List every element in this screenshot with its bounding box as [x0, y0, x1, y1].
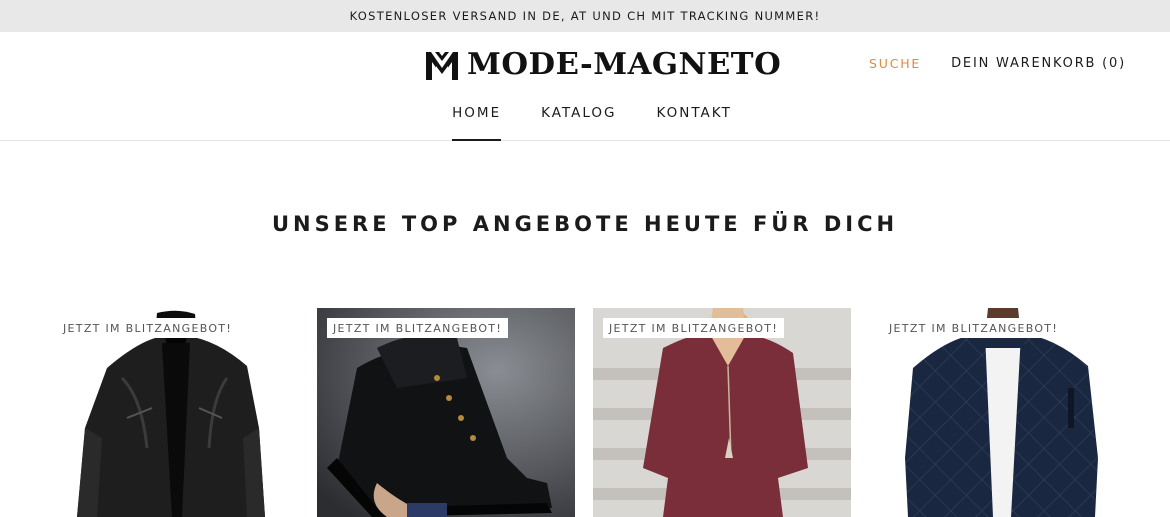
logo[interactable]: MODE-MAGNETO — [425, 48, 781, 82]
cart-link[interactable]: DEIN WARENKORB (0) — [951, 56, 1126, 71]
site-header: MODE-MAGNETO SUCHE DEIN WARENKORB (0) HO… — [0, 32, 1170, 141]
product-card[interactable]: JETZT IM BLITZANGEBOT! — [47, 308, 305, 517]
announcement-text: KOSTENLOSER VERSAND IN DE, AT UND CH MIT… — [349, 9, 821, 23]
search-link[interactable]: SUCHE — [869, 56, 921, 71]
nav-item-home[interactable]: HOME — [452, 103, 502, 141]
product-grid: JETZT IM BLITZANGEBOT! JETZT IM BLITZANG… — [0, 308, 1170, 517]
logo-text: MODE-MAGNETO — [467, 47, 782, 82]
flash-sale-badge: JETZT IM BLITZANGEBOT! — [57, 318, 239, 338]
product-image-boot — [317, 308, 575, 517]
section-title: UNSERE TOP ANGEBOTE HEUTE FÜR DICH — [271, 212, 899, 236]
mm-monogram-icon — [426, 52, 458, 80]
product-image-dress — [593, 308, 851, 517]
flash-sale-badge: JETZT IM BLITZANGEBOT! — [603, 318, 785, 338]
nav-item-kontakt[interactable]: KONTAKT — [657, 103, 732, 141]
product-image-quilted-jacket — [873, 308, 1131, 517]
main-nav: HOME KATALOG KONTAKT — [0, 103, 1170, 141]
product-card[interactable]: JETZT IM BLITZANGEBOT! — [593, 308, 851, 517]
product-image-leather-jacket — [47, 308, 305, 517]
product-card[interactable]: JETZT IM BLITZANGEBOT! — [873, 308, 1131, 517]
flash-sale-badge: JETZT IM BLITZANGEBOT! — [883, 318, 1065, 338]
header-actions: SUCHE DEIN WARENKORB (0) — [869, 56, 1126, 71]
announcement-bar: KOSTENLOSER VERSAND IN DE, AT UND CH MIT… — [0, 0, 1170, 32]
product-card[interactable]: JETZT IM BLITZANGEBOT! — [317, 308, 575, 517]
flash-sale-badge: JETZT IM BLITZANGEBOT! — [327, 318, 509, 338]
nav-item-katalog[interactable]: KATALOG — [541, 103, 616, 141]
